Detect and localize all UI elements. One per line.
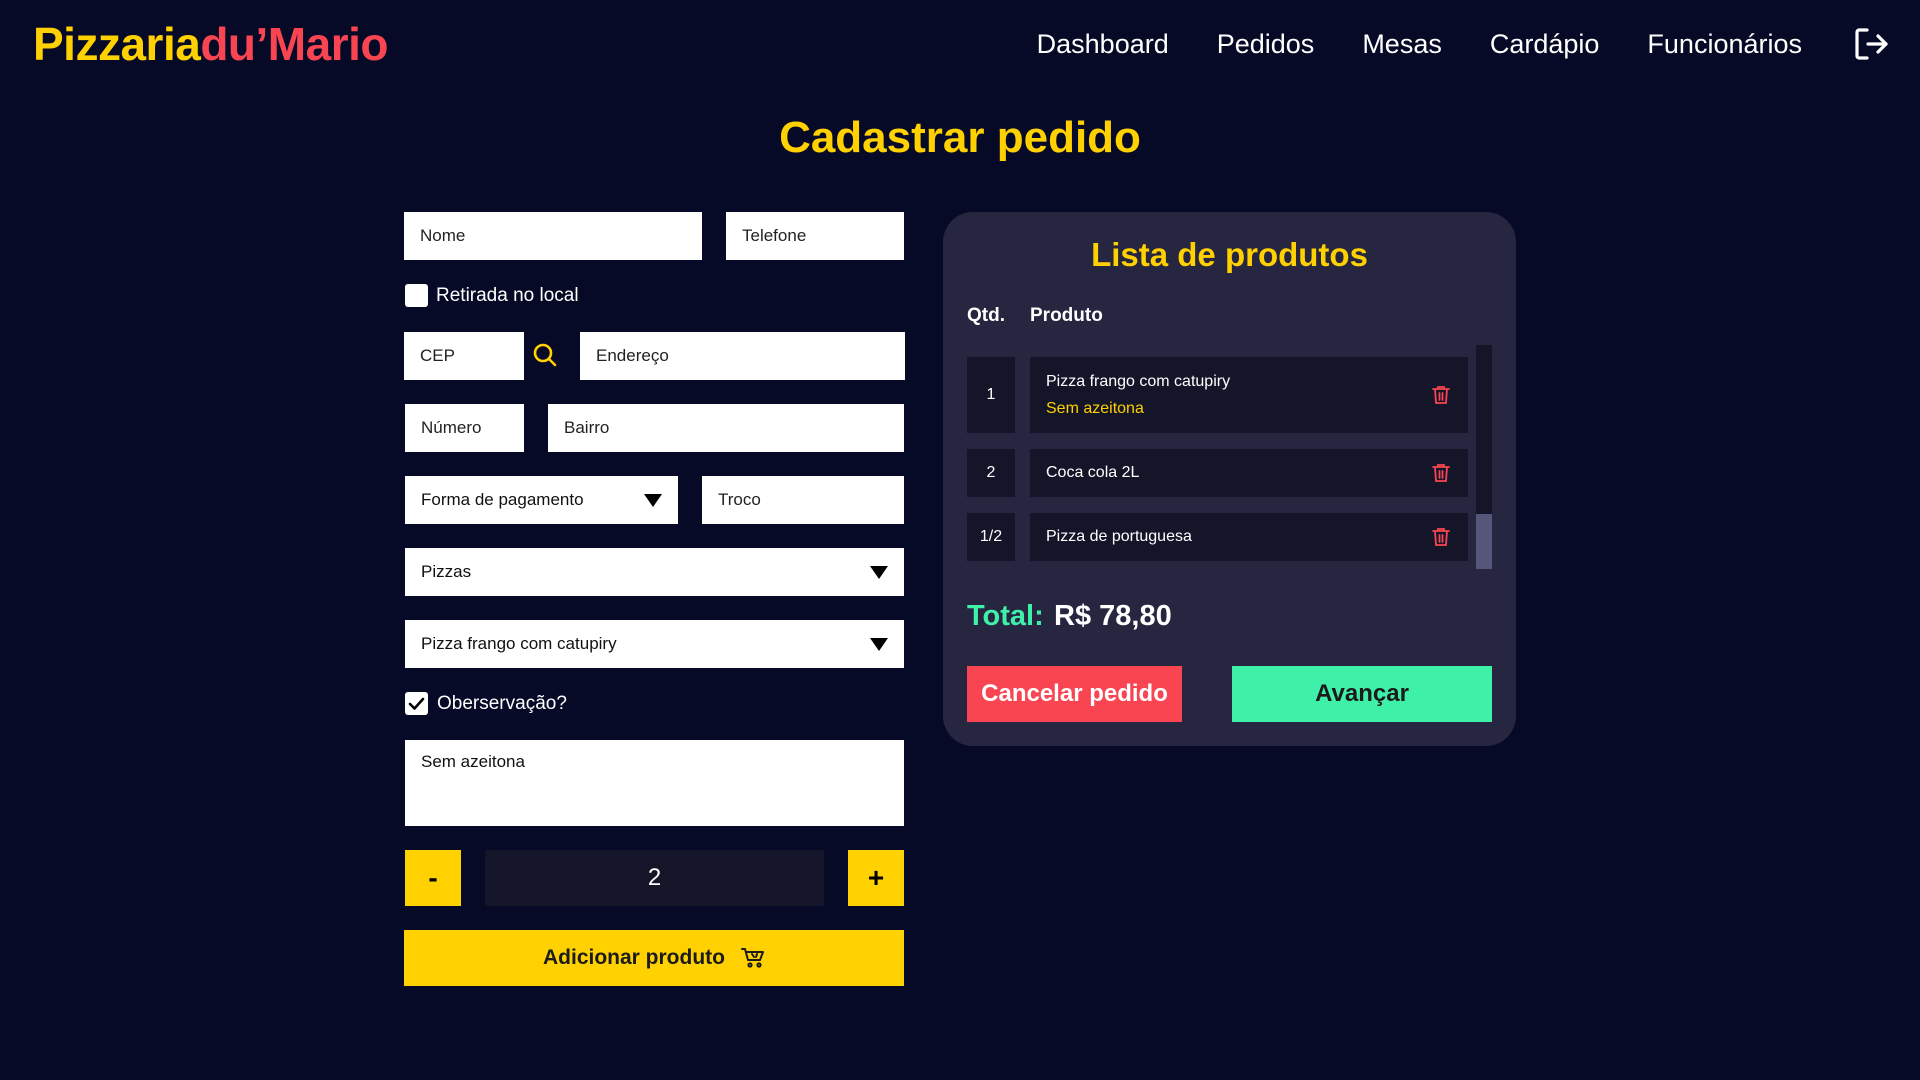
produto-select-value: Pizza frango com catupiry bbox=[421, 634, 617, 653]
checkmark-icon bbox=[408, 697, 425, 710]
chevron-down-icon bbox=[870, 565, 888, 579]
troco-input[interactable] bbox=[702, 476, 904, 524]
trash-icon[interactable] bbox=[1432, 385, 1450, 405]
chevron-down-icon bbox=[644, 493, 662, 507]
advance-button[interactable]: Avançar bbox=[1232, 666, 1492, 722]
observacao-checkbox[interactable] bbox=[405, 692, 428, 715]
chevron-down-icon bbox=[870, 637, 888, 651]
column-header-product: Produto bbox=[1030, 305, 1103, 326]
list-item: 2 Coca cola 2L bbox=[967, 449, 1468, 497]
observacao-textarea[interactable]: Sem azeitona bbox=[405, 740, 904, 826]
scrollbar-thumb[interactable] bbox=[1476, 514, 1492, 569]
pagamento-select-value: Forma de pagamento bbox=[421, 490, 584, 509]
list-item: 1 Pizza frango com catupiry Sem azeitona bbox=[967, 357, 1468, 433]
cart-icon bbox=[741, 948, 764, 968]
brand-logo[interactable]: Pizzariadu’Mario bbox=[33, 14, 388, 74]
total-label: Total: bbox=[967, 600, 1044, 632]
cep-input[interactable] bbox=[404, 332, 524, 380]
endereco-input[interactable] bbox=[580, 332, 905, 380]
trash-icon[interactable] bbox=[1432, 527, 1450, 547]
logout-icon[interactable] bbox=[1852, 25, 1890, 63]
add-product-label: Adicionar produto bbox=[543, 946, 725, 969]
retirada-checkbox[interactable] bbox=[405, 284, 428, 307]
increase-quantity-button[interactable]: + bbox=[848, 850, 904, 906]
panel-title: Lista de produtos bbox=[1091, 236, 1368, 273]
product-list[interactable]: 1 Pizza frango com catupiry Sem azeitona… bbox=[967, 345, 1492, 565]
column-header-qty: Qtd. bbox=[967, 305, 1005, 326]
pagamento-select[interactable]: Forma de pagamento bbox=[405, 476, 678, 524]
trash-icon[interactable] bbox=[1432, 463, 1450, 483]
brand-part-2: du’Mario bbox=[200, 18, 388, 70]
item-product-cell: Coca cola 2L bbox=[1030, 449, 1468, 497]
nav-dashboard[interactable]: Dashboard bbox=[1037, 22, 1169, 66]
nav-pedidos[interactable]: Pedidos bbox=[1217, 22, 1315, 66]
quantity-display: 2 bbox=[485, 850, 824, 906]
nav-funcionarios[interactable]: Funcionários bbox=[1647, 22, 1802, 66]
add-product-button[interactable]: Adicionar produto bbox=[404, 930, 904, 986]
decrease-quantity-button[interactable]: - bbox=[405, 850, 461, 906]
item-name: Pizza de portuguesa bbox=[1046, 528, 1192, 545]
total-value: R$ 78,80 bbox=[1054, 600, 1172, 632]
item-observation: Sem azeitona bbox=[1046, 399, 1144, 417]
nome-input[interactable] bbox=[404, 212, 702, 260]
nav-cardapio[interactable]: Cardápio bbox=[1490, 22, 1600, 66]
item-qty: 1/2 bbox=[967, 513, 1015, 561]
list-item: 1/2 Pizza de portuguesa bbox=[967, 513, 1468, 561]
bairro-input[interactable] bbox=[548, 404, 904, 452]
retirada-label: Retirada no local bbox=[436, 285, 579, 306]
page-title: Cadastrar pedido bbox=[779, 113, 1141, 162]
observacao-label: Oberservação? bbox=[437, 693, 567, 714]
item-qty: 1 bbox=[967, 357, 1015, 433]
search-icon[interactable] bbox=[532, 342, 558, 368]
item-name: Pizza frango com catupiry bbox=[1046, 372, 1231, 390]
main-nav: Dashboard Pedidos Mesas Cardápio Funcion… bbox=[989, 22, 1890, 66]
item-product-cell: Pizza frango com catupiry Sem azeitona bbox=[1030, 357, 1468, 433]
nav-mesas[interactable]: Mesas bbox=[1362, 22, 1442, 66]
item-name: Coca cola 2L bbox=[1046, 464, 1140, 481]
telefone-input[interactable] bbox=[726, 212, 904, 260]
produto-select[interactable]: Pizza frango com catupiry bbox=[405, 620, 904, 668]
categoria-select[interactable]: Pizzas bbox=[405, 548, 904, 596]
brand-part-1: Pizzaria bbox=[33, 18, 201, 70]
categoria-select-value: Pizzas bbox=[421, 562, 472, 581]
cancel-order-button[interactable]: Cancelar pedido bbox=[967, 666, 1182, 722]
item-product-cell: Pizza de portuguesa bbox=[1030, 513, 1468, 561]
item-qty: 2 bbox=[967, 449, 1015, 497]
numero-input[interactable] bbox=[405, 404, 524, 452]
